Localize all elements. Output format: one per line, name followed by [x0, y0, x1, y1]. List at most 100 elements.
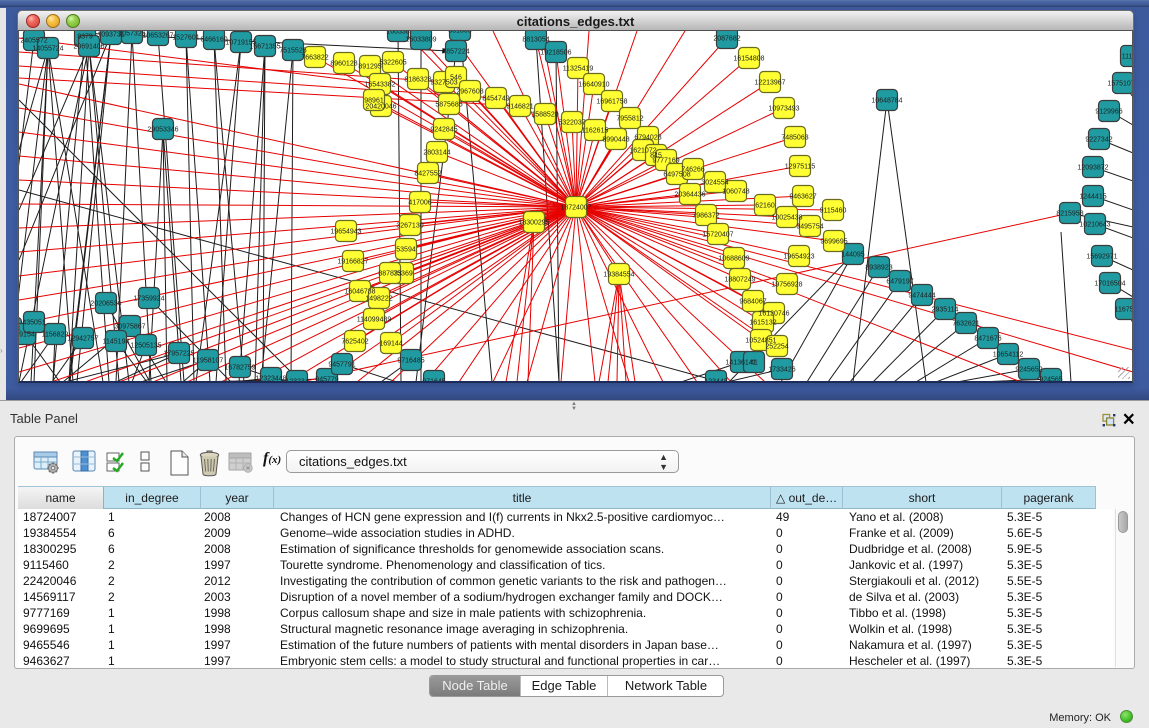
svg-text:5322037: 5322037 [558, 120, 585, 127]
svg-text:6794028: 6794028 [634, 135, 661, 142]
svg-text:10653267: 10653267 [142, 33, 173, 40]
svg-text:98961: 98961 [364, 98, 384, 105]
svg-text:746266: 746266 [681, 167, 704, 174]
svg-text:7625402: 7625402 [341, 339, 368, 346]
svg-text:9699695: 9699695 [820, 239, 847, 246]
svg-text:19654923: 19654923 [783, 254, 814, 261]
svg-text:11325419: 11325419 [563, 66, 594, 73]
svg-text:12975115: 12975115 [785, 164, 816, 171]
svg-text:15720407: 15720407 [702, 232, 733, 239]
svg-text:12093872: 12093872 [1077, 165, 1108, 172]
svg-text:16671355: 16671355 [249, 44, 280, 51]
svg-text:1145194: 1145194 [103, 339, 130, 346]
svg-text:2405572: 2405572 [20, 38, 47, 45]
svg-text:18807249: 18807249 [724, 277, 755, 284]
svg-text:169144: 169144 [379, 341, 402, 348]
svg-text:17359924: 17359924 [133, 296, 164, 303]
svg-text:20206536: 20206536 [90, 301, 121, 308]
svg-text:16782759: 16782759 [224, 365, 255, 372]
svg-text:18724007: 18724007 [560, 205, 591, 212]
svg-text:945779: 945779 [315, 377, 338, 384]
svg-text:9242845: 9242845 [430, 127, 457, 134]
svg-text:16640910: 16640910 [578, 82, 609, 89]
svg-text:8471676: 8471676 [974, 336, 1001, 343]
svg-text:15692971: 15692971 [1086, 254, 1117, 261]
svg-text:18300295: 18300295 [518, 220, 549, 227]
svg-text:160338: 160338 [386, 31, 409, 36]
svg-text:3267130: 3267130 [396, 223, 423, 230]
svg-text:19166827: 19166827 [337, 259, 368, 266]
svg-text:20364436: 20364436 [674, 192, 705, 199]
svg-text:971645: 971645 [422, 379, 445, 384]
svg-text:1615132: 1615132 [749, 320, 776, 327]
svg-text:887833: 887833 [378, 271, 401, 278]
svg-text:10210643: 10210643 [1079, 222, 1110, 229]
svg-text:2967608: 2967608 [456, 89, 483, 96]
svg-text:8215958: 8215958 [1056, 211, 1083, 218]
svg-text:1156829: 1156829 [42, 332, 69, 339]
svg-text:16154808: 16154808 [733, 56, 764, 63]
svg-text:1060748: 1060748 [722, 189, 749, 196]
svg-text:116753: 116753 [1115, 307, 1133, 314]
svg-text:9457791: 9457791 [328, 362, 355, 369]
svg-text:3024554: 3024554 [701, 180, 728, 187]
svg-text:6479197: 6479197 [886, 279, 913, 286]
svg-text:8186328: 8186328 [404, 77, 431, 84]
svg-text:7485063: 7485063 [781, 135, 808, 142]
svg-text:7663822: 7663822 [301, 55, 328, 62]
svg-text:1527601: 1527601 [172, 35, 199, 42]
svg-text:9227342: 9227342 [1085, 137, 1112, 144]
svg-text:546: 546 [450, 75, 462, 82]
svg-text:16046738: 16046738 [344, 289, 375, 296]
svg-text:9777169: 9777169 [652, 158, 679, 165]
svg-text:30975867: 30975867 [114, 324, 145, 331]
svg-text:14055724: 14055724 [32, 46, 63, 53]
svg-text:12213967: 12213967 [754, 80, 785, 87]
svg-text:8427552: 8427552 [414, 171, 441, 178]
svg-text:417006: 417006 [408, 200, 431, 207]
svg-text:39154: 39154 [19, 332, 35, 339]
svg-text:1162615: 1162615 [582, 128, 609, 135]
svg-text:7515526: 7515526 [279, 48, 306, 55]
svg-text:29053346: 29053346 [147, 127, 178, 134]
svg-text:8379: 8379 [77, 34, 93, 41]
svg-text:20691406: 20691406 [73, 44, 104, 51]
svg-text:5322605: 5322605 [379, 60, 406, 67]
svg-text:8990448: 8990448 [602, 137, 629, 144]
svg-text:2935114: 2935114 [932, 307, 959, 314]
svg-text:20420046: 20420046 [365, 104, 396, 111]
svg-text:1588520: 1588520 [531, 112, 558, 119]
svg-text:10025438: 10025438 [771, 215, 802, 222]
svg-text:9684067: 9684067 [739, 299, 766, 306]
svg-text:114099489: 114099489 [357, 317, 392, 324]
svg-text:7986372: 7986372 [692, 213, 719, 220]
svg-text:12505135: 12505135 [130, 343, 161, 350]
svg-text:9716485: 9716485 [397, 358, 424, 365]
svg-text:9463627: 9463627 [789, 194, 816, 201]
svg-text:9129966: 9129966 [1095, 109, 1122, 116]
svg-text:9115460: 9115460 [820, 208, 847, 215]
svg-text:10654112: 10654112 [993, 352, 1024, 359]
svg-text:7857224: 7857224 [442, 49, 469, 56]
svg-text:16961758: 16961758 [596, 99, 627, 106]
svg-text:10648784: 10648784 [871, 98, 902, 105]
svg-text:435051: 435051 [22, 320, 45, 327]
svg-text:16033809: 16033809 [405, 37, 436, 44]
svg-text:19654943: 19654943 [330, 229, 361, 236]
svg-text:8454749: 8454749 [482, 96, 509, 103]
svg-text:9146821: 9146821 [506, 104, 533, 111]
svg-text:62160: 62160 [755, 203, 775, 210]
svg-text:2087682: 2087682 [713, 36, 740, 43]
svg-text:1498222: 1498222 [365, 296, 392, 303]
svg-text:6466160: 6466160 [200, 37, 227, 44]
svg-text:8938923: 8938923 [865, 265, 892, 272]
svg-text:12323448: 12323448 [255, 376, 286, 383]
svg-text:17016504: 17016504 [1094, 281, 1125, 288]
svg-text:16543382: 16543382 [364, 82, 395, 89]
svg-text:9474444: 9474444 [908, 293, 935, 300]
svg-text:924565: 924565 [1039, 377, 1062, 384]
svg-text:19384554: 19384554 [603, 272, 634, 279]
svg-text:10973493: 10973493 [768, 106, 799, 113]
svg-text:19218506: 19218506 [540, 50, 571, 57]
svg-text:1733426: 1733426 [768, 367, 795, 374]
